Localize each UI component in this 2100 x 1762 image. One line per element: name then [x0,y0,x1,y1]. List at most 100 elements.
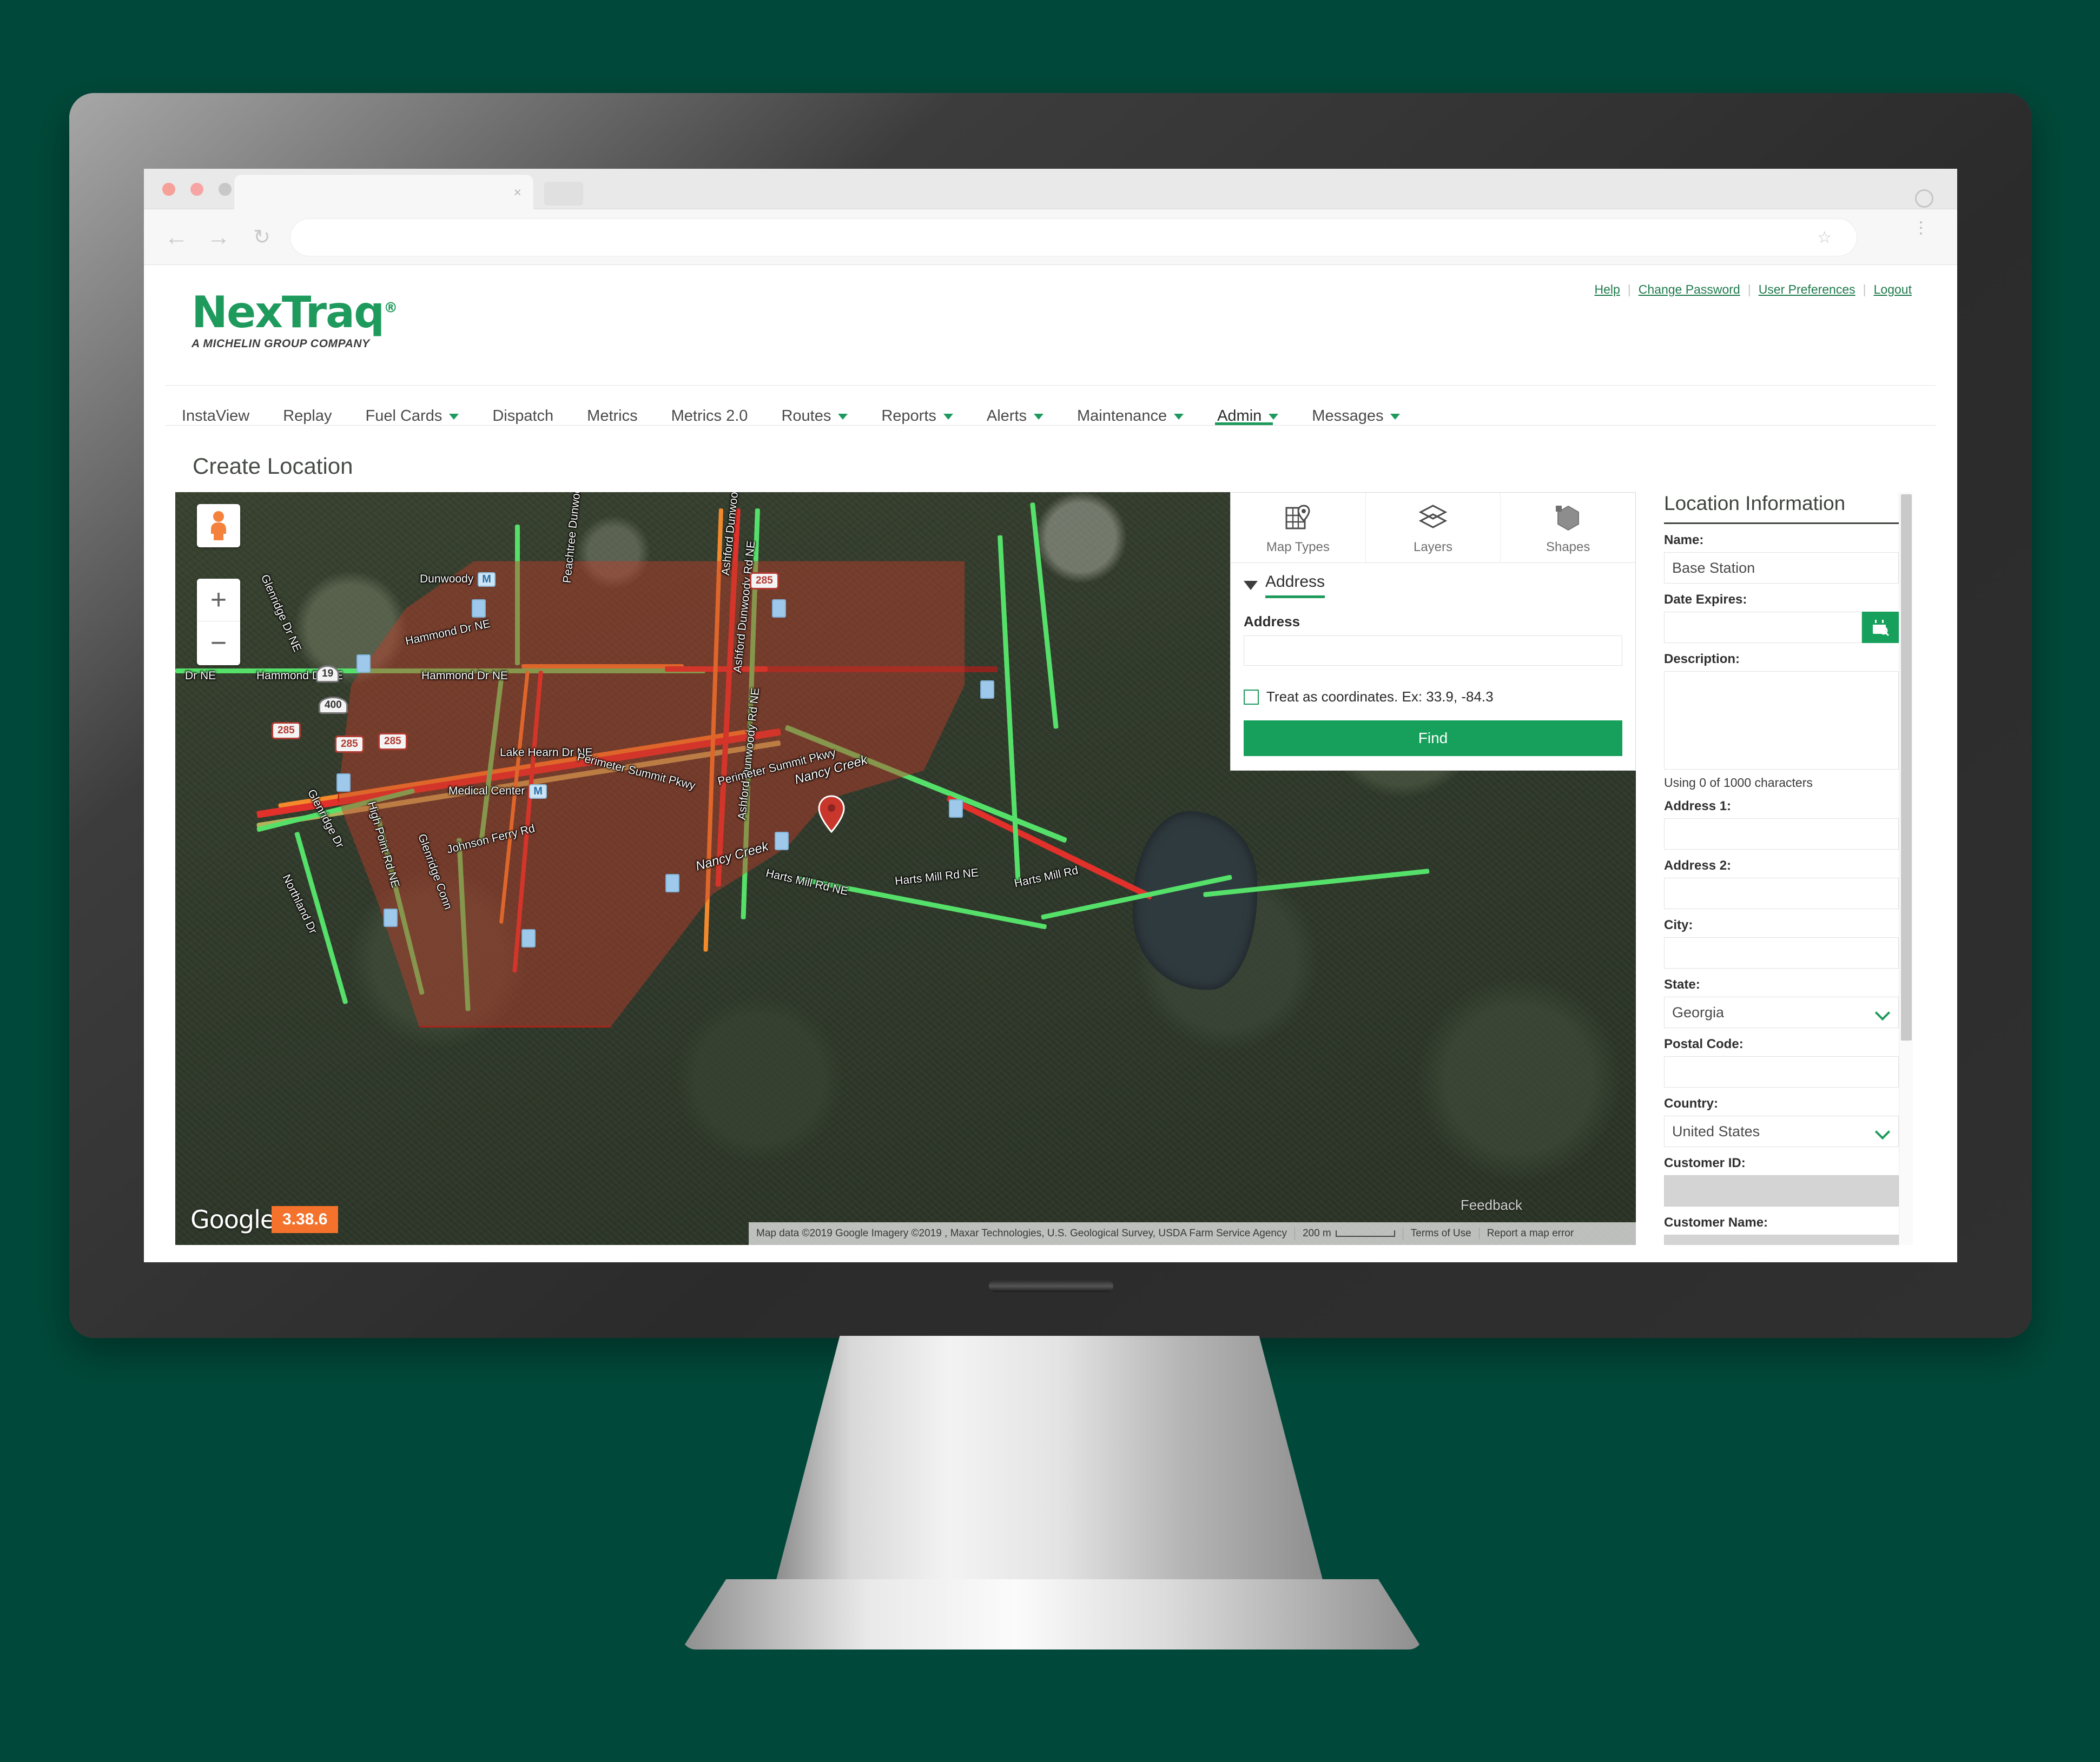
close-window-button[interactable] [162,183,175,196]
city-input[interactable] [1664,937,1899,969]
nav-item-messages[interactable]: Messages [1312,386,1401,425]
utility-links: Help | Change Password | User Preferences |… [1587,282,1919,297]
logout-link[interactable]: Logout [1866,282,1919,297]
nav-item-metrics-2[interactable]: Metrics 2.0 [671,386,748,425]
nav-item-alerts[interactable]: Alerts [987,386,1044,425]
change-password-link[interactable]: Change Password [1631,282,1748,297]
field-label: Customer Name: [1664,1215,1768,1230]
reload-icon[interactable]: ↻ [247,222,277,253]
chevron-down-icon[interactable] [1269,414,1279,420]
layers-stack-icon [1418,505,1448,528]
coordinates-checkbox-label: Treat as coordinates. Ex: 33.9, -84.3 [1266,688,1494,705]
nav-item-maintenance[interactable]: Maintenance [1077,386,1184,425]
nav-item-replay[interactable]: Replay [283,386,332,425]
browser-tab[interactable]: × [234,174,534,210]
scrollbar-thumb[interactable] [1901,494,1912,1041]
nav-item-admin[interactable]: Admin [1215,386,1279,425]
report-map-error-link[interactable]: Report a map error [1480,1228,1582,1240]
name-input[interactable] [1664,552,1899,584]
nav-item-instaview[interactable]: InstaView [182,386,249,425]
monitor-stand-base [682,1579,1423,1650]
zoom-out-button[interactable]: − [197,621,240,664]
nav-item-dispatch[interactable]: Dispatch [492,386,553,425]
state-select[interactable] [1664,997,1899,1028]
nav-item-reports[interactable]: Reports [881,386,953,425]
minimize-window-button[interactable] [190,183,203,196]
location-marker-pin[interactable] [818,795,845,833]
nav-item-metrics[interactable]: Metrics [587,386,637,425]
profile-avatar-icon[interactable] [1915,189,1933,208]
screen: × ← → ↻ ☆ ⋮ Help | Change Password | Use… [144,169,1957,1262]
polygon-vertex-handle[interactable] [521,929,536,948]
scale-label: 200 m [1302,1228,1331,1239]
nav-label: Metrics [587,407,638,425]
pegman-glyph [211,511,226,540]
address-section-header[interactable]: Address [1244,573,1622,598]
street-view-pegman-icon[interactable] [197,504,240,547]
coordinates-checkbox-row[interactable]: Treat as coordinates. Ex: 33.9, -84.3 [1244,688,1622,705]
highway-shield: 285 [750,572,779,589]
find-button[interactable]: Find [1244,720,1622,756]
zoom-in-button[interactable]: + [197,579,240,621]
chevron-down-icon[interactable] [1174,414,1184,420]
new-tab-button[interactable] [544,182,583,206]
brand-logo[interactable]: NexTraq® A MICHELIN GROUP COMPANY [191,291,398,350]
brand-tagline: A MICHELIN GROUP COMPANY [191,337,370,350]
back-arrow-icon[interactable]: ← [161,222,191,253]
coordinates-checkbox[interactable] [1244,689,1259,705]
polygon-vertex-handle[interactable] [775,832,789,850]
polygon-vertex-handle[interactable] [384,909,398,927]
field-name: Name: [1664,533,1899,584]
close-icon[interactable]: × [513,186,521,200]
tab-map-types[interactable]: Map Types [1231,493,1366,562]
forward-arrow-icon[interactable]: → [203,222,234,253]
calendar-search-icon[interactable] [1862,612,1899,643]
nav-item-fuel-cards[interactable]: Fuel Cards [366,386,459,425]
state-select-wrap[interactable] [1664,997,1899,1028]
customer-name-input [1664,1235,1899,1245]
zoom-controls[interactable]: + − [197,579,240,665]
help-link[interactable]: Help [1587,282,1627,297]
date-expires-input[interactable] [1664,612,1862,643]
polygon-vertex-handle[interactable] [980,680,994,699]
address-input[interactable] [1244,635,1622,666]
attribution-data-text: Map data ©2019 Google Imagery ©2019 , Ma… [749,1228,1295,1240]
country-select-wrap[interactable] [1664,1116,1899,1147]
chevron-down-icon[interactable] [449,414,459,420]
polygon-vertex-handle[interactable] [949,799,963,818]
polygon-vertex-handle[interactable] [356,654,371,673]
terms-of-use-link[interactable]: Terms of Use [1403,1228,1480,1240]
chevron-down-icon[interactable] [943,414,953,420]
customer-id-input [1664,1175,1899,1207]
polygon-vertex-handle[interactable] [772,599,786,618]
chevron-down-icon[interactable] [1244,581,1258,590]
map-street-label: Hammond Dr NE [421,670,508,682]
map-feedback-label[interactable]: Feedback [1461,1197,1522,1214]
polygon-vertex-handle[interactable] [665,874,679,892]
map-street-label: Dr NE [185,670,216,682]
address-bar[interactable]: ☆ [290,218,1857,256]
field-label: Description: [1664,652,1740,666]
user-preferences-link[interactable]: User Preferences [1751,282,1863,297]
map-canvas[interactable]: Dunwoody M Hammond Dr NE Hammond Dr NE Hammo… [175,492,1636,1245]
chevron-down-icon[interactable] [1390,414,1401,420]
nav-item-routes[interactable]: Routes [781,386,848,425]
maximize-window-button[interactable] [219,183,232,196]
chevron-down-icon[interactable] [838,414,848,420]
polygon-vertex-handle[interactable] [336,773,351,792]
chevron-down-icon[interactable] [1034,414,1044,420]
kebab-menu-icon[interactable]: ⋮ [1913,220,1929,236]
address-2-input[interactable] [1664,878,1899,909]
description-textarea[interactable] [1664,671,1899,770]
country-select[interactable] [1664,1116,1899,1147]
map-street-label: Medical Center M [448,784,547,799]
window-controls[interactable] [162,183,232,196]
tab-layers[interactable]: Layers [1366,493,1501,562]
panel-scrollbar[interactable] [1899,492,1913,1245]
polygon-vertex-handle[interactable] [472,599,486,618]
star-icon[interactable]: ☆ [1817,230,1832,246]
address-1-input[interactable] [1664,818,1899,850]
tab-shapes[interactable]: Shapes [1501,493,1635,562]
nav-label: InstaView [182,407,250,425]
postal-code-input[interactable] [1664,1056,1899,1088]
